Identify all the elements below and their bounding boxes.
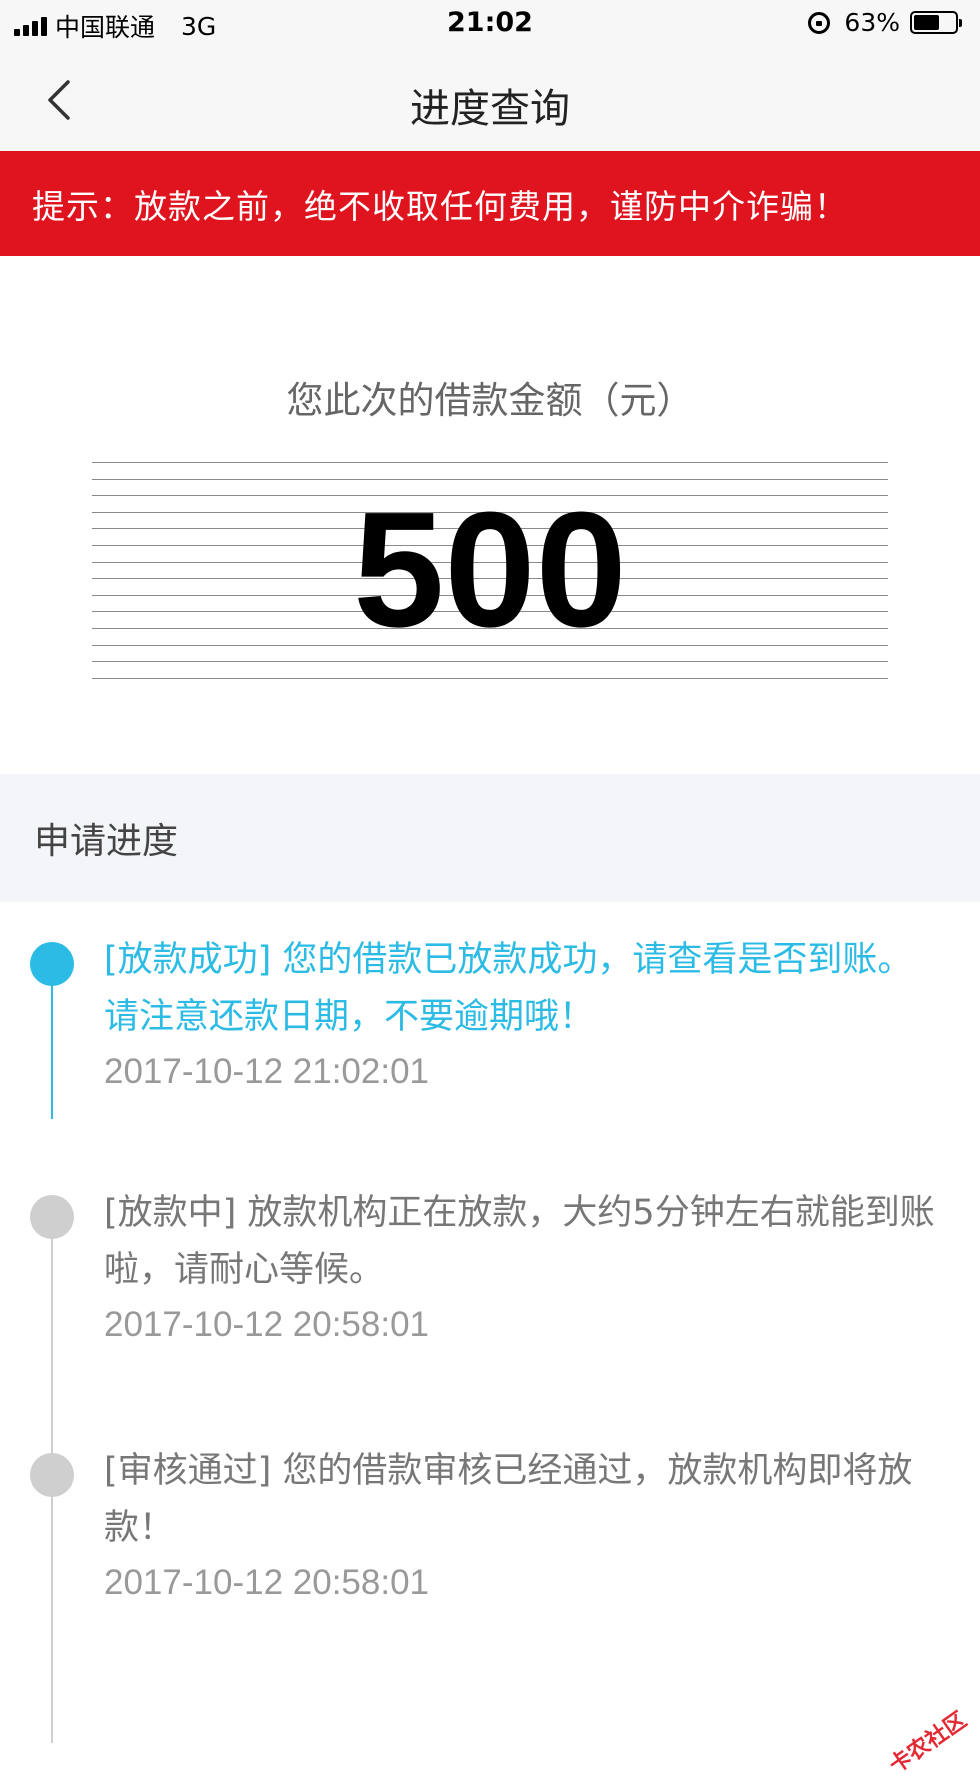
battery-icon <box>910 11 962 34</box>
timeline-dot-icon <box>30 942 74 986</box>
timeline-dot-icon <box>30 1195 74 1239</box>
battery-percent: 63% <box>844 8 900 37</box>
ruled-line <box>92 677 888 679</box>
warning-banner: 提示：放款之前，绝不收取任何费用，谨防中介诈骗！ <box>0 151 980 256</box>
timeline-step-text: [审核通过] 您的借款审核已经通过，放款机构即将放款！ <box>104 1451 913 1548</box>
timeline-step-time: 2017-10-12 20:58:01 <box>104 1563 429 1602</box>
progress-section-header: 申请进度 <box>0 774 980 902</box>
timeline-step-text: [放款成功] 您的借款已放款成功，请查看是否到账。请注意还款日期，不要逾期哦！ <box>104 940 913 1037</box>
progress-timeline: [放款成功] 您的借款已放款成功，请查看是否到账。请注意还款日期，不要逾期哦！ … <box>0 902 980 1743</box>
nav-bar: 进度查询 <box>0 50 980 151</box>
status-bar: 中国联通 3G 21:02 63% <box>0 0 980 50</box>
orientation-lock-icon <box>808 11 831 34</box>
amount-value: 500 <box>353 478 627 661</box>
status-right: 63% <box>808 8 962 37</box>
timeline-step-text: [放款中] 放款机构正在放款，大约5分钟左右就能到账啦，请耐心等候。 <box>104 1193 935 1290</box>
timeline-step-time: 2017-10-12 20:58:01 <box>104 1305 429 1344</box>
timeline-step-time: 2017-10-12 21:02:01 <box>104 1052 429 1091</box>
amount-label: 您此次的借款金额（元） <box>286 379 694 422</box>
battery-fill <box>914 15 940 30</box>
timeline-dot-icon <box>30 1453 74 1497</box>
ruled-line <box>92 462 888 463</box>
ruled-line <box>92 661 888 663</box>
page-title: 进度查询 <box>410 86 570 132</box>
amount-box: 500 <box>92 462 888 684</box>
